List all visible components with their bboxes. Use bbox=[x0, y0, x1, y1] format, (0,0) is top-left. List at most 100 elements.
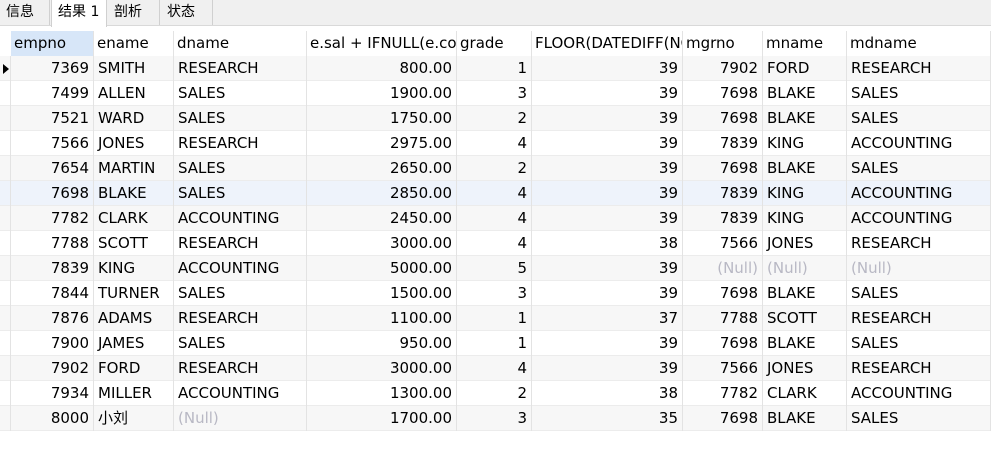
table-row[interactable]: 7900 JAMES SALES 950.00 1 39 7698 BLAKE SALES bbox=[0, 331, 991, 356]
tab-result-1[interactable]: 结果 1 bbox=[51, 0, 107, 27]
cell-dname[interactable]: RESEARCH bbox=[174, 231, 307, 256]
cell-sal-expr[interactable]: 950.00 bbox=[307, 331, 457, 356]
row-selector[interactable] bbox=[0, 381, 11, 406]
cell-age-expr[interactable]: 39 bbox=[532, 256, 683, 281]
cell-mgrno[interactable]: 7698 bbox=[683, 81, 763, 106]
cell-mgrno[interactable]: 7788 bbox=[683, 306, 763, 331]
cell-mdname[interactable]: ACCOUNTING bbox=[847, 131, 991, 156]
cell-grade[interactable]: 4 bbox=[457, 131, 532, 156]
column-header-mname[interactable]: mname bbox=[763, 31, 847, 56]
row-selector[interactable] bbox=[0, 156, 11, 181]
cell-age-expr[interactable]: 39 bbox=[532, 56, 683, 81]
cell-mgrno[interactable]: 7782 bbox=[683, 381, 763, 406]
cell-mgrno[interactable]: 7698 bbox=[683, 281, 763, 306]
cell-mgrno[interactable]: 7566 bbox=[683, 356, 763, 381]
column-header-sal-expr[interactable]: e.sal + IFNULL(e.com bbox=[307, 31, 457, 56]
cell-sal-expr[interactable]: 800.00 bbox=[307, 56, 457, 81]
row-selector[interactable] bbox=[0, 406, 11, 431]
row-selector[interactable] bbox=[0, 206, 11, 231]
cell-mname[interactable]: FORD bbox=[763, 56, 847, 81]
cell-sal-expr[interactable]: 1700.00 bbox=[307, 406, 457, 431]
cell-ename[interactable]: ADAMS bbox=[94, 306, 174, 331]
cell-mname[interactable]: BLAKE bbox=[763, 106, 847, 131]
cell-mdname[interactable]: SALES bbox=[847, 331, 991, 356]
cell-mgrno[interactable]: 7839 bbox=[683, 181, 763, 206]
cell-dname[interactable]: (Null) bbox=[174, 406, 307, 431]
tab-status[interactable]: 状态 bbox=[161, 0, 213, 25]
cell-grade[interactable]: 2 bbox=[457, 156, 532, 181]
cell-mgrno[interactable]: 7698 bbox=[683, 106, 763, 131]
cell-mname[interactable]: SCOTT bbox=[763, 306, 847, 331]
cell-ename[interactable]: MARTIN bbox=[94, 156, 174, 181]
cell-ename[interactable]: 小刘 bbox=[94, 406, 174, 431]
cell-empno[interactable]: 7788 bbox=[11, 231, 94, 256]
cell-mdname[interactable]: RESEARCH bbox=[847, 306, 991, 331]
column-header-mdname[interactable]: mdname bbox=[847, 31, 991, 56]
row-selector[interactable] bbox=[0, 331, 11, 356]
cell-ename[interactable]: MILLER bbox=[94, 381, 174, 406]
cell-mname[interactable]: CLARK bbox=[763, 381, 847, 406]
cell-mdname[interactable]: ACCOUNTING bbox=[847, 181, 991, 206]
table-row[interactable]: 7839 KING ACCOUNTING 5000.00 5 39 (Null) (Null)… bbox=[0, 256, 991, 281]
cell-empno[interactable]: 7876 bbox=[11, 306, 94, 331]
table-row[interactable]: 7934 MILLER ACCOUNTING 1300.00 2 38 7782 CLARK A… bbox=[0, 381, 991, 406]
cell-sal-expr[interactable]: 1750.00 bbox=[307, 106, 457, 131]
cell-ename[interactable]: TURNER bbox=[94, 281, 174, 306]
cell-age-expr[interactable]: 38 bbox=[532, 381, 683, 406]
cell-dname[interactable]: SALES bbox=[174, 106, 307, 131]
row-selector[interactable] bbox=[0, 131, 11, 156]
cell-mname[interactable]: (Null) bbox=[763, 256, 847, 281]
cell-empno[interactable]: 7782 bbox=[11, 206, 94, 231]
cell-mgrno[interactable]: (Null) bbox=[683, 256, 763, 281]
table-row[interactable]: 7844 TURNER SALES 1500.00 3 39 7698 BLAKE SALES bbox=[0, 281, 991, 306]
cell-mdname[interactable]: SALES bbox=[847, 156, 991, 181]
cell-dname[interactable]: SALES bbox=[174, 181, 307, 206]
cell-dname[interactable]: SALES bbox=[174, 331, 307, 356]
table-row[interactable]: 7521 WARD SALES 1750.00 2 39 7698 BLAKE SALES bbox=[0, 106, 991, 131]
cell-sal-expr[interactable]: 2650.00 bbox=[307, 156, 457, 181]
cell-sal-expr[interactable]: 5000.00 bbox=[307, 256, 457, 281]
cell-grade[interactable]: 1 bbox=[457, 56, 532, 81]
row-selector[interactable] bbox=[0, 231, 11, 256]
cell-mname[interactable]: BLAKE bbox=[763, 156, 847, 181]
table-row[interactable]: 7698 BLAKE SALES 2850.00 4 39 7839 KING ACCOUNTI… bbox=[0, 181, 991, 206]
cell-sal-expr[interactable]: 1100.00 bbox=[307, 306, 457, 331]
cell-mdname[interactable]: SALES bbox=[847, 406, 991, 431]
cell-dname[interactable]: ACCOUNTING bbox=[174, 206, 307, 231]
cell-grade[interactable]: 5 bbox=[457, 256, 532, 281]
cell-mname[interactable]: BLAKE bbox=[763, 281, 847, 306]
column-header-age-expr[interactable]: FLOOR(DATEDIFF(NO bbox=[532, 31, 683, 56]
cell-empno[interactable]: 7654 bbox=[11, 156, 94, 181]
cell-empno[interactable]: 7369 bbox=[11, 56, 94, 81]
cell-sal-expr[interactable]: 3000.00 bbox=[307, 231, 457, 256]
column-header-mgrno[interactable]: mgrno bbox=[683, 31, 763, 56]
cell-sal-expr[interactable]: 1900.00 bbox=[307, 81, 457, 106]
cell-mgrno[interactable]: 7698 bbox=[683, 406, 763, 431]
cell-sal-expr[interactable]: 2975.00 bbox=[307, 131, 457, 156]
cell-grade[interactable]: 3 bbox=[457, 81, 532, 106]
row-selector[interactable] bbox=[0, 256, 11, 281]
cell-empno[interactable]: 7499 bbox=[11, 81, 94, 106]
table-row[interactable]: 7499 ALLEN SALES 1900.00 3 39 7698 BLAKE SALES bbox=[0, 81, 991, 106]
cell-mdname[interactable]: RESEARCH bbox=[847, 56, 991, 81]
cell-sal-expr[interactable]: 1500.00 bbox=[307, 281, 457, 306]
cell-mgrno[interactable]: 7839 bbox=[683, 206, 763, 231]
cell-mdname[interactable]: ACCOUNTING bbox=[847, 381, 991, 406]
cell-sal-expr[interactable]: 2450.00 bbox=[307, 206, 457, 231]
cell-mgrno[interactable]: 7566 bbox=[683, 231, 763, 256]
cell-dname[interactable]: ACCOUNTING bbox=[174, 256, 307, 281]
cell-grade[interactable]: 4 bbox=[457, 206, 532, 231]
cell-age-expr[interactable]: 39 bbox=[532, 156, 683, 181]
column-header-grade[interactable]: grade bbox=[457, 31, 532, 56]
cell-dname[interactable]: RESEARCH bbox=[174, 356, 307, 381]
cell-age-expr[interactable]: 37 bbox=[532, 306, 683, 331]
cell-mname[interactable]: JONES bbox=[763, 231, 847, 256]
cell-grade[interactable]: 1 bbox=[457, 331, 532, 356]
cell-mname[interactable]: KING bbox=[763, 181, 847, 206]
cell-mgrno[interactable]: 7902 bbox=[683, 56, 763, 81]
cell-empno[interactable]: 7934 bbox=[11, 381, 94, 406]
cell-empno[interactable]: 8000 bbox=[11, 406, 94, 431]
cell-empno[interactable]: 7902 bbox=[11, 356, 94, 381]
cell-grade[interactable]: 3 bbox=[457, 406, 532, 431]
cell-dname[interactable]: RESEARCH bbox=[174, 56, 307, 81]
